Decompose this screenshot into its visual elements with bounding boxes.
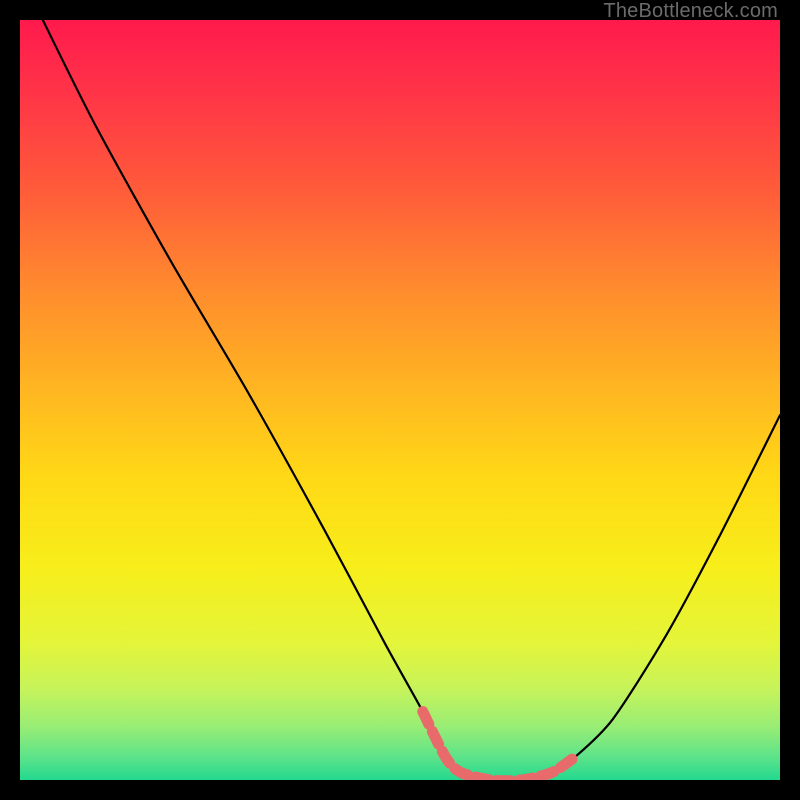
gradient-background — [20, 20, 780, 780]
plot-svg — [20, 20, 780, 780]
chart-container: TheBottleneck.com — [0, 0, 800, 800]
plot-area — [20, 20, 780, 780]
